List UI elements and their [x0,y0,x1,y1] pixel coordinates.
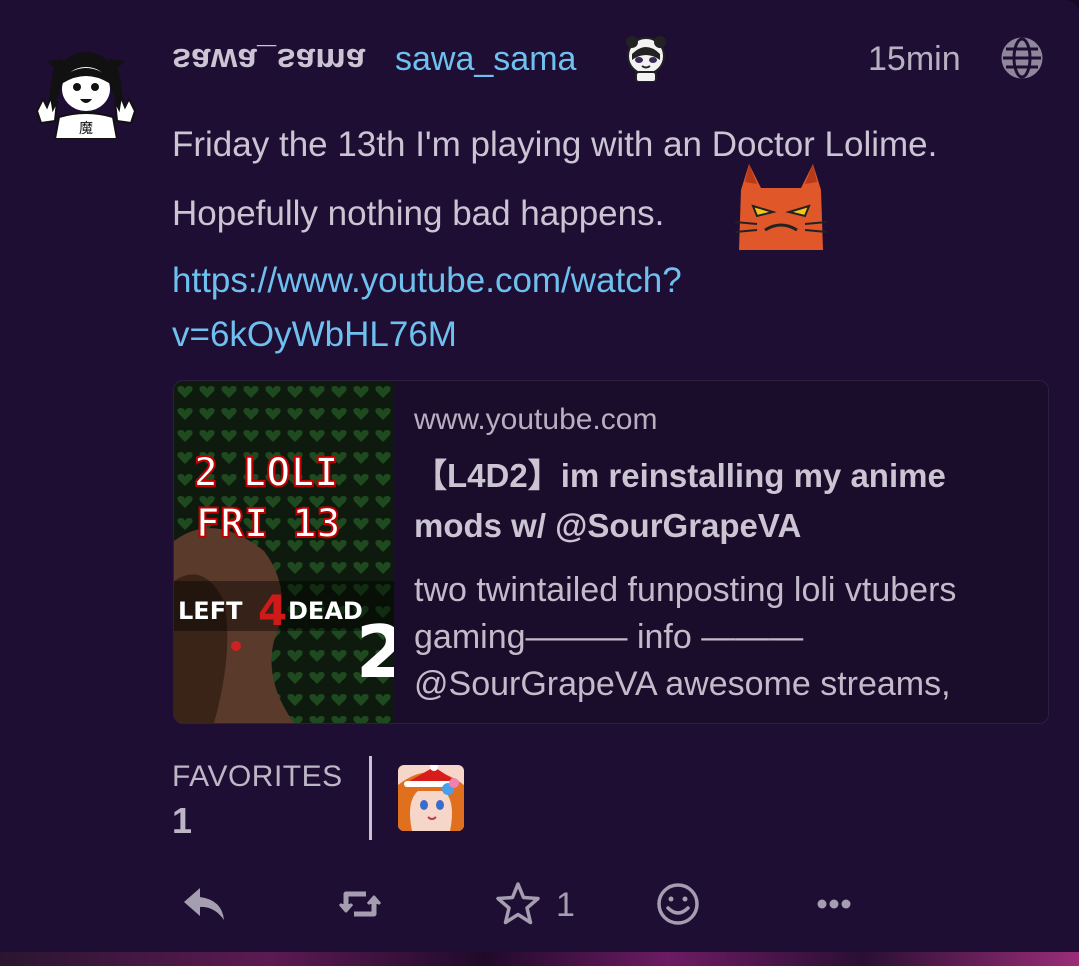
video-thumbnail[interactable]: 2 LOLI FRI 13 LEFT 4 DEAD 2 [174,381,406,723]
embed-host: www.youtube.com [414,403,658,436]
thumbnail-text: 2 LOLI [194,450,339,496]
background-strip [0,952,1079,966]
timestamp[interactable]: 15min [868,40,961,79]
username[interactable]: sawa_sama [395,40,576,79]
link-line[interactable]: https://www.youtube.com/watch? [172,254,872,308]
embed-title[interactable]: 【L4D2】im reinstalling my anime mods w/ @… [414,451,1034,551]
boost-icon[interactable] [336,880,384,928]
author-avatar[interactable]: 魔 [33,41,139,140]
status-content: Friday the 13th I'm playing with an Doct… [172,110,1052,248]
favorites-divider [369,756,372,840]
display-name[interactable]: sawa_sama [172,40,366,79]
status-text-line: Hopefully nothing bad happens. [172,194,665,233]
thumbnail-logo-right: DEAD [288,597,363,625]
favorites-count[interactable]: 1 [172,800,192,842]
thumbnail-logo-num: 4 [258,586,287,635]
star-icon[interactable] [494,880,542,928]
star-count: 1 [556,886,575,924]
globe-icon[interactable] [1000,36,1044,80]
favorites-label[interactable]: FAVORITES [172,760,343,794]
status-header: sawa_sama sawa_sama 15min [172,36,1052,83]
thumbnail-logo-left: LEFT [178,597,243,625]
emoji-react-icon[interactable] [654,880,702,928]
svg-text:魔: 魔 [79,121,93,137]
status-action-bar: 1 [0,872,1079,936]
more-icon[interactable] [810,880,858,928]
thumbnail-text: FRI 13 [196,501,341,547]
link-preview-card[interactable]: 2 LOLI FRI 13 LEFT 4 DEAD 2 www.youtube.… [173,380,1049,724]
reply-icon[interactable] [180,880,228,928]
status-card: 魔 sawa_sama sawa_sama 15min Friday the 1… [0,0,1079,960]
status-link[interactable]: https://www.youtube.com/watch? v=6kOyWbH… [172,254,872,362]
panda-emoji-icon [622,34,670,83]
link-line[interactable]: v=6kOyWbHL76M [172,308,872,362]
embed-description: two twintailed funposting loli vtubers g… [414,571,957,703]
favoriter-avatar[interactable] [398,765,464,831]
devil-cat-emoji-icon [734,160,828,250]
status-text-line: Friday the 13th I'm playing with an Doct… [172,125,938,164]
thumbnail-logo-two: 2 [356,610,394,694]
